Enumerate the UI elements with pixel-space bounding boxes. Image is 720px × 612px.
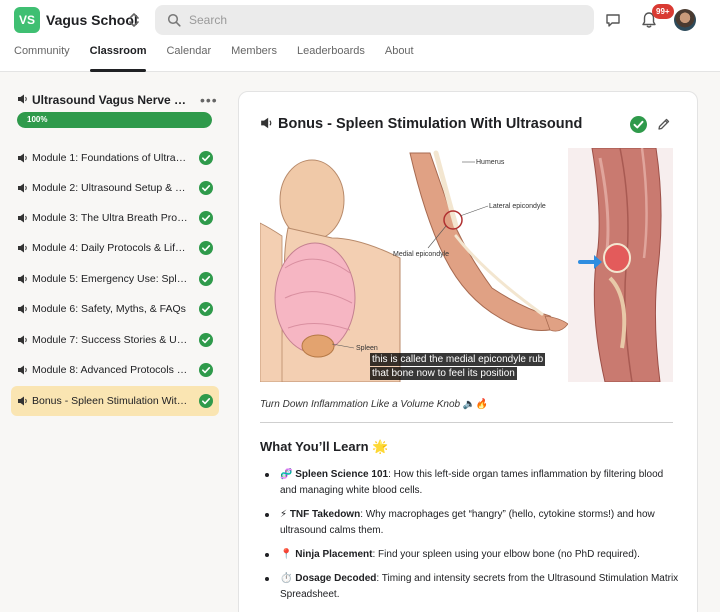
tab-leaderboards[interactable]: Leaderboards — [297, 45, 365, 72]
notification-badge: 99+ — [652, 4, 674, 19]
speaker-icon — [18, 304, 27, 314]
divider — [260, 422, 673, 423]
module-item[interactable]: Module 6: Safety, Myths, & FAQs — [11, 294, 219, 324]
lesson-title: Bonus - Spleen Stimulation With Ultrasou… — [260, 116, 582, 132]
speaker-icon — [18, 335, 27, 345]
progress-label: 100% — [27, 115, 48, 124]
speaker-icon — [18, 183, 27, 193]
video-player[interactable]: Spleen Humerus Lateral epicondyle Medial… — [260, 148, 673, 382]
tab-classroom[interactable]: Classroom — [89, 45, 146, 72]
edit-icon[interactable] — [657, 117, 671, 131]
speaker-icon — [18, 94, 27, 104]
speaker-icon — [18, 213, 27, 223]
check-circle-icon — [199, 302, 213, 316]
learn-list-item: 🧬 Spleen Science 101: How this left-side… — [260, 467, 680, 499]
learn-item-title: Spleen Science 101 — [295, 469, 389, 480]
school-logo[interactable]: VS — [14, 7, 40, 33]
module-label: Module 3: The Ultra Breath Proto... — [32, 212, 188, 224]
tab-calendar[interactable]: Calendar — [166, 45, 211, 72]
module-label: Bonus - Spleen Stimulation With ... — [32, 395, 188, 407]
avatar[interactable] — [674, 9, 696, 31]
video-frame-illustration: Spleen Humerus Lateral epicondyle Medial… — [260, 148, 673, 382]
check-circle-icon — [199, 181, 213, 195]
lesson-card: Bonus - Spleen Stimulation With Ultrasou… — [238, 91, 698, 612]
tab-community[interactable]: Community — [14, 45, 70, 72]
learn-heading: What You’ll Learn 🌟 — [260, 439, 389, 454]
speaker-icon — [18, 365, 27, 375]
learn-item-title: Dosage Decoded — [295, 573, 377, 584]
learn-list-item: 📍 Ninja Placement: Find your spleen usin… — [260, 547, 680, 563]
module-label: Module 7: Success Stories & Use... — [32, 334, 188, 346]
module-label: Module 1: Foundations of Ultras... — [32, 152, 188, 164]
video-caption: this is called the medial epicondyle rub… — [370, 353, 546, 381]
chat-icon[interactable] — [605, 12, 621, 28]
check-circle-icon — [199, 363, 213, 377]
learn-item-title: TNF Takedown — [289, 509, 361, 520]
label-medial-epicondyle: Medial epicondyle — [393, 251, 449, 258]
module-label: Module 5: Emergency Use: Splee... — [32, 273, 188, 285]
label-humerus: Humerus — [476, 159, 505, 166]
top-bar: VS Vagus School 99+ Community Classroom … — [0, 0, 720, 72]
module-item[interactable]: Module 2: Ultrasound Setup & Ne... — [11, 173, 219, 203]
check-circle-icon — [199, 333, 213, 347]
search-bar[interactable] — [155, 5, 594, 35]
module-label: Module 4: Daily Protocols & Lifes... — [32, 242, 188, 254]
check-circle-icon — [199, 211, 213, 225]
speaker-icon — [18, 153, 27, 163]
learn-item-emoji: ⚡ — [280, 509, 288, 520]
nav-tabs: Community Classroom Calendar Members Lea… — [14, 45, 434, 72]
speaker-icon — [18, 274, 27, 284]
module-label: Module 6: Safety, Myths, & FAQs — [32, 303, 186, 315]
speaker-icon — [18, 243, 27, 253]
module-label: Module 2: Ultrasound Setup & Ne... — [32, 182, 188, 194]
tab-about[interactable]: About — [385, 45, 414, 72]
course-title-text: Ultrasound Vagus Nerve Stim... — [32, 93, 193, 107]
search-icon — [167, 13, 181, 27]
more-icon[interactable]: ••• — [200, 92, 218, 108]
tab-members[interactable]: Members — [231, 45, 277, 72]
module-item[interactable]: Module 3: The Ultra Breath Proto... — [11, 203, 219, 233]
switcher-icon[interactable] — [128, 11, 140, 29]
search-input[interactable] — [189, 5, 579, 35]
module-item[interactable]: Module 4: Daily Protocols & Lifes... — [11, 233, 219, 263]
learn-list-item: ⏱️ Dosage Decoded: Timing and intensity … — [260, 571, 680, 603]
learn-item-emoji: 🧬 — [280, 469, 293, 480]
school-name[interactable]: Vagus School — [46, 12, 138, 28]
check-circle-icon[interactable] — [630, 116, 647, 133]
learn-item-emoji: 📍 — [280, 549, 293, 560]
caption-line-2: that bone now to feel its position — [370, 367, 517, 380]
learn-item-text: : Find your spleen using your elbow bone… — [372, 549, 640, 560]
label-spleen: Spleen — [356, 345, 378, 352]
speaker-icon — [18, 396, 27, 406]
check-circle-icon — [199, 394, 213, 408]
lesson-subtitle: Turn Down Inflammation Like a Volume Kno… — [260, 399, 488, 410]
label-lateral-epicondyle: Lateral epicondyle — [489, 203, 546, 210]
lesson-title-text: Bonus - Spleen Stimulation With Ultrasou… — [278, 116, 583, 132]
learn-item-title: Ninja Placement — [295, 549, 373, 560]
module-item-active[interactable]: Bonus - Spleen Stimulation With ... — [11, 386, 219, 416]
module-item[interactable]: Module 7: Success Stories & Use... — [11, 325, 219, 355]
course-title[interactable]: Ultrasound Vagus Nerve Stim... — [17, 93, 193, 107]
learn-list-item: ⚡ TNF Takedown: Why macrophages get “han… — [260, 507, 680, 539]
module-label: Module 8: Advanced Protocols & ... — [32, 364, 188, 376]
speaker-icon — [261, 117, 272, 129]
caption-line-1: this is called the medial epicondyle rub — [370, 353, 546, 366]
check-circle-icon — [199, 151, 213, 165]
check-circle-icon — [199, 241, 213, 255]
course-progress-bar: 100% — [17, 112, 212, 128]
module-item[interactable]: Module 5: Emergency Use: Splee... — [11, 264, 219, 294]
module-item[interactable]: Module 8: Advanced Protocols & ... — [11, 355, 219, 385]
check-circle-icon — [199, 272, 213, 286]
learn-item-emoji: ⏱️ — [280, 573, 293, 584]
module-item[interactable]: Module 1: Foundations of Ultras... — [11, 143, 219, 173]
